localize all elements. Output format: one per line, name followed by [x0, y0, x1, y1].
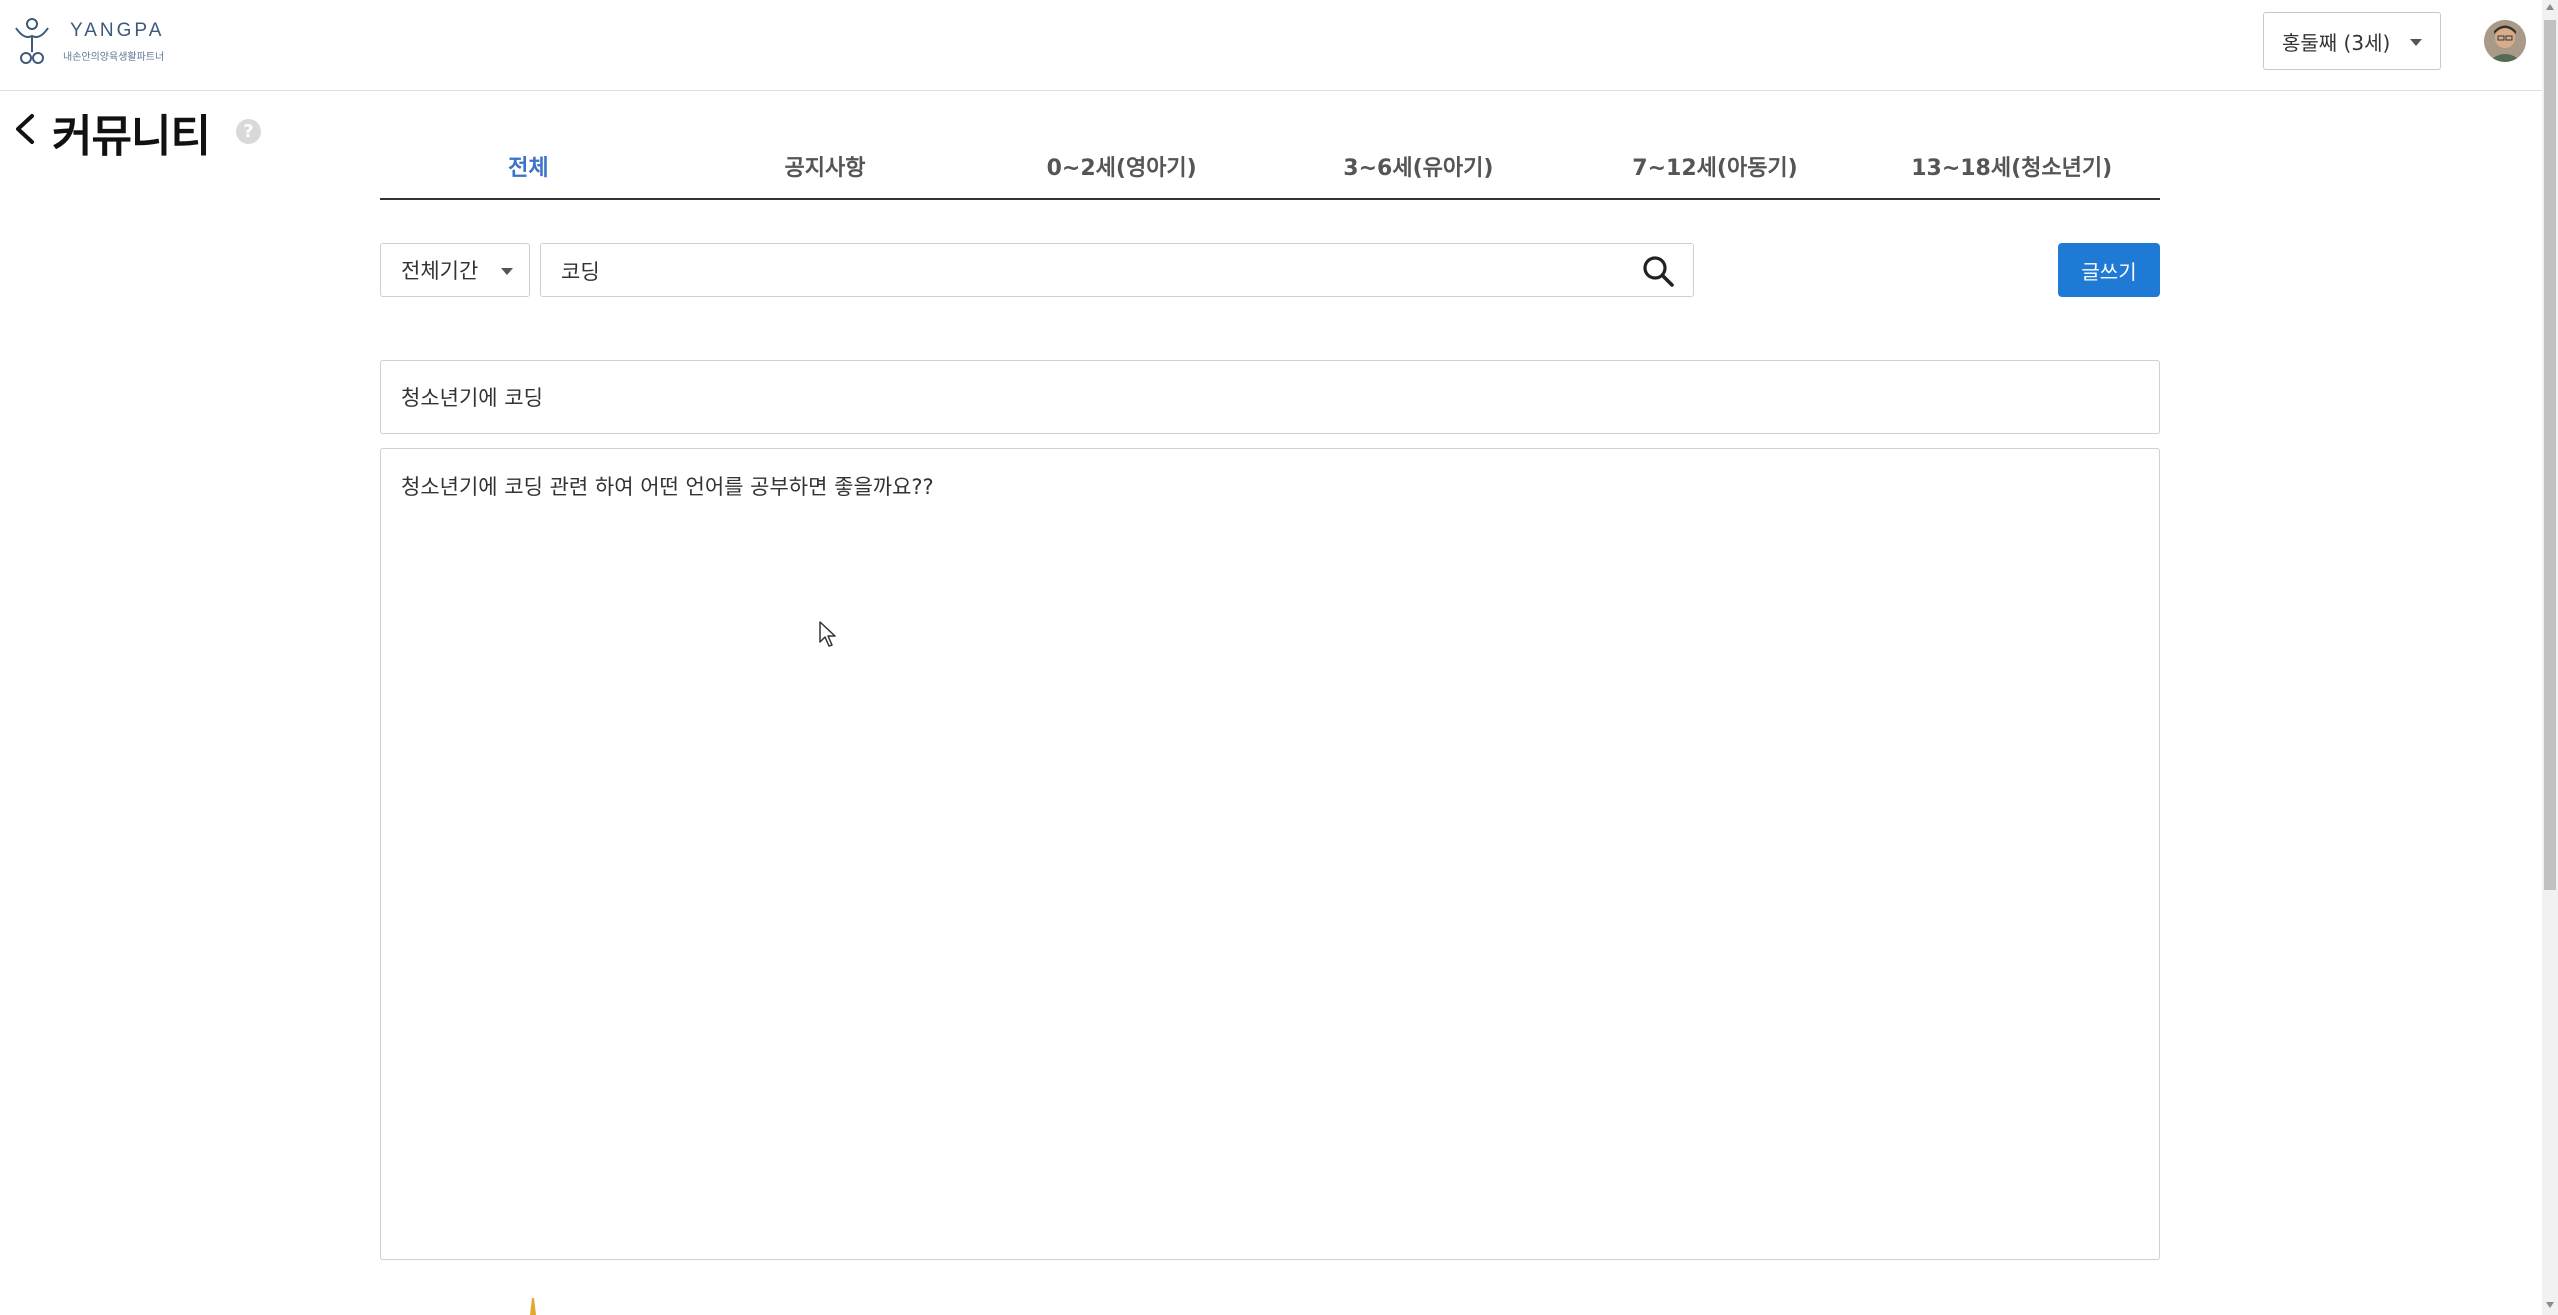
tab-all[interactable]: 전체 — [380, 140, 677, 198]
yangpa-logo[interactable]: YANGPA 내손안의양육생활파트너 — [10, 14, 170, 70]
tab-toddler[interactable]: 3~6세(유아기) — [1270, 140, 1567, 198]
tab-child[interactable]: 7~12세(아동기) — [1567, 140, 1864, 198]
scroll-down-arrow-icon[interactable] — [2546, 1302, 2554, 1308]
post-title-field[interactable]: 청소년기에 코딩 — [380, 360, 2160, 434]
search-icon[interactable] — [1641, 254, 1675, 288]
child-selector-label: 홍둘째 (3세) — [2282, 30, 2391, 55]
help-question-icon[interactable]: ? — [236, 119, 261, 144]
page-title: 커뮤니티 — [52, 111, 211, 162]
tab-infant[interactable]: 0~2세(영아기) — [973, 140, 1270, 198]
period-dropdown[interactable]: 전체기간 — [380, 243, 530, 297]
logo-mark-icon — [15, 18, 49, 64]
back-arrow-icon[interactable] — [12, 112, 38, 146]
caret-down-icon — [2410, 39, 2422, 46]
search-input[interactable] — [559, 244, 1613, 298]
tab-teen[interactable]: 13~18세(청소년기) — [1863, 140, 2160, 198]
scroll-up-arrow-icon[interactable] — [2546, 4, 2554, 10]
post-content-field[interactable]: 청소년기에 코딩 관련 하여 어떤 언어를 공부하면 좋을까요?? — [380, 448, 2160, 1260]
search-box — [540, 243, 1694, 298]
caret-down-icon — [501, 268, 513, 275]
user-avatar[interactable] — [2484, 20, 2526, 62]
child-selector-dropdown[interactable]: 홍둘째 (3세) — [2263, 12, 2441, 70]
logo-subtext: 내손안의양육생활파트너 — [63, 52, 165, 63]
mouse-pointer-icon — [819, 621, 836, 647]
vertical-scrollbar[interactable] — [2542, 0, 2558, 1315]
period-dropdown-label: 전체기간 — [401, 259, 479, 283]
category-tabs: 전체 공지사항 0~2세(영아기) 3~6세(유아기) 7~12세(아동기) 1… — [380, 140, 2160, 200]
scroll-thumb[interactable] — [2544, 20, 2556, 890]
top-header: YANGPA 내손안의양육생활파트너 홍둘째 (3세) — [0, 0, 2542, 91]
write-post-button[interactable]: 글쓰기 — [2058, 243, 2160, 297]
partial-decoration-icon — [530, 1298, 536, 1315]
logo-text: YANGPA — [70, 20, 165, 41]
avatar-image — [2484, 20, 2526, 62]
tab-notice[interactable]: 공지사항 — [677, 140, 974, 198]
